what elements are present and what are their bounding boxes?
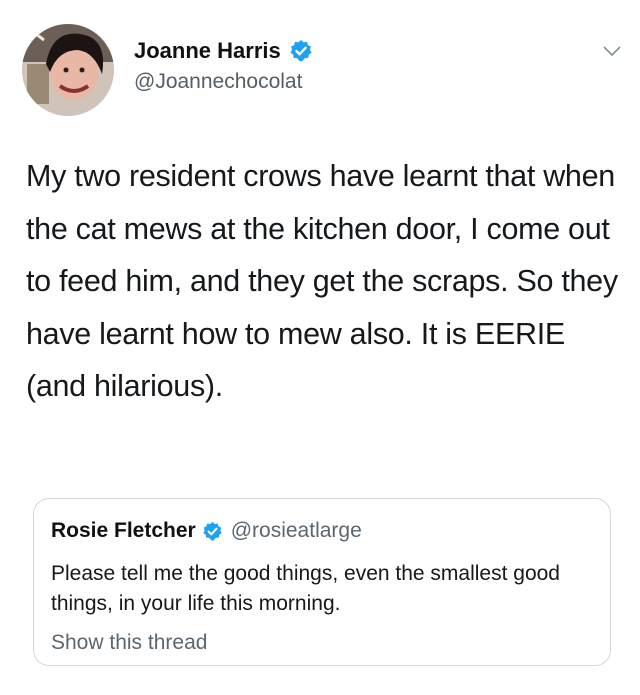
tweet-text: My two resident crows have learnt that w…	[26, 159, 618, 403]
quoted-author-row: Rosie Fletcher @rosieatlarge	[51, 519, 362, 543]
quoted-tweet-card[interactable]: Rosie Fletcher @rosieatlarge Please tell…	[33, 498, 611, 666]
quoted-tweet-text: Please tell me the good things, even the…	[51, 562, 560, 615]
verified-badge-icon	[202, 521, 222, 541]
author-avatar[interactable]	[22, 24, 114, 116]
author-handle[interactable]: @Joannechocolat	[134, 70, 302, 94]
author-display-name[interactable]: Joanne Harris	[134, 38, 281, 64]
verified-badge-icon	[290, 40, 312, 62]
tweet-header: Joanne Harris @Joannechocolat	[22, 24, 622, 124]
show-thread-link[interactable]: Show this thread	[51, 631, 207, 655]
chevron-down-icon[interactable]	[602, 44, 622, 58]
author-name-row: Joanne Harris	[134, 38, 313, 64]
avatar-photo	[22, 24, 114, 116]
quoted-author-name: Rosie Fletcher	[51, 519, 196, 542]
quoted-author-handle: @rosieatlarge	[230, 519, 362, 542]
